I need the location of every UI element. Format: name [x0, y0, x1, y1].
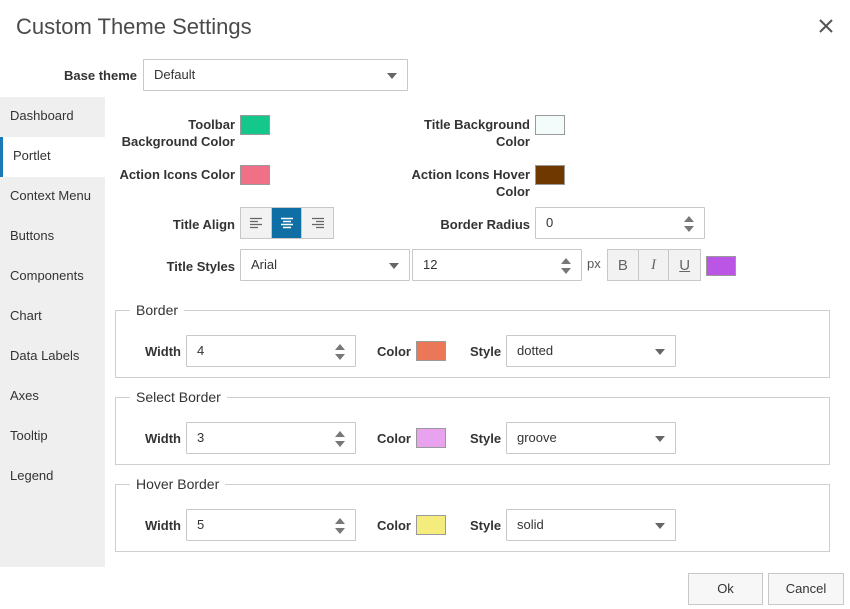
stepper-down-icon[interactable] — [335, 354, 345, 360]
select-border-style-value: groove — [517, 430, 557, 445]
select-border-width-label: Width — [145, 431, 181, 446]
action-icons-label: Action Icons Color — [119, 167, 235, 182]
border-color-label: Color — [377, 344, 411, 359]
chevron-down-icon — [655, 436, 665, 442]
center-align-icon[interactable] — [271, 208, 303, 238]
dialog-title: Custom Theme Settings — [16, 14, 252, 39]
action-icons-hover-label: Action Icons Hover Color — [400, 166, 530, 200]
sidebar-item-data-labels[interactable]: Data Labels — [0, 337, 105, 377]
stepper-down-icon[interactable] — [335, 441, 345, 447]
title-size-value: 12 — [423, 257, 438, 272]
title-align-label: Title Align — [172, 217, 235, 232]
base-theme-label: Base theme — [64, 68, 137, 83]
title-align-group — [240, 207, 334, 239]
border-style-value: dotted — [517, 343, 554, 358]
select-border-style-label: Style — [470, 431, 502, 446]
sidebar-item-components[interactable]: Components — [0, 257, 105, 297]
border-radius-label: Border Radius — [440, 217, 530, 232]
border-width-label: Width — [145, 344, 181, 359]
title-color-swatch[interactable] — [706, 256, 736, 276]
close-icon[interactable] — [816, 16, 836, 36]
chevron-down-icon — [655, 349, 665, 355]
italic-button[interactable]: I — [639, 250, 670, 280]
title-bg-label-line2: Color — [496, 134, 530, 149]
stepper-down-icon[interactable] — [335, 528, 345, 534]
toolbar-bg-color-swatch[interactable] — [240, 115, 270, 135]
border-width-stepper[interactable]: 4 — [186, 335, 356, 367]
title-format-group: B I U — [607, 249, 701, 281]
border-style-label: Style — [470, 344, 502, 359]
stepper-up-icon[interactable] — [335, 518, 345, 524]
size-unit-label: px — [587, 256, 601, 271]
title-size-stepper[interactable]: 12 — [412, 249, 582, 281]
bold-button[interactable]: B — [608, 250, 639, 280]
border-radius-stepper[interactable]: 0 — [535, 207, 705, 239]
stepper-up-icon[interactable] — [684, 216, 694, 222]
action-icons-hover-label-line1: Action Icons Hover — [411, 167, 530, 182]
title-bg-color-swatch[interactable] — [535, 115, 565, 135]
sidebar-item-chart[interactable]: Chart — [0, 297, 105, 337]
action-icons-hover-label-line2: Color — [496, 184, 530, 199]
select-border-style-select[interactable]: groove — [506, 422, 676, 454]
title-styles-label: Title Styles — [166, 259, 235, 274]
sidebar-item-context-menu[interactable]: Context Menu — [0, 177, 105, 217]
border-width-value: 4 — [197, 343, 205, 358]
hover-border-color-swatch[interactable] — [416, 515, 446, 535]
base-theme-select[interactable]: Default — [143, 59, 408, 91]
border-style-select[interactable]: dotted — [506, 335, 676, 367]
select-border-group-legend: Select Border — [130, 389, 227, 405]
stepper-up-icon[interactable] — [561, 258, 571, 264]
stepper-up-icon[interactable] — [335, 431, 345, 437]
toolbar-bg-label-line1: Toolbar — [188, 117, 235, 132]
title-bg-label: Title Background Color — [400, 116, 530, 150]
sidebar-item-axes[interactable]: Axes — [0, 377, 105, 417]
title-font-select[interactable]: Arial — [240, 249, 410, 281]
hover-border-group-legend: Hover Border — [130, 476, 226, 492]
hover-border-width-stepper[interactable]: 5 — [186, 509, 356, 541]
stepper-down-icon[interactable] — [561, 268, 571, 274]
toolbar-bg-label: Toolbar Background Color — [110, 116, 235, 150]
title-bg-label-line1: Title Background — [424, 117, 530, 132]
action-icons-hover-color-swatch[interactable] — [535, 165, 565, 185]
sidebar: Dashboard Portlet Context Menu Buttons C… — [0, 97, 105, 567]
cancel-button[interactable]: Cancel — [768, 573, 844, 605]
hover-border-width-value: 5 — [197, 517, 205, 532]
chevron-down-icon — [655, 523, 665, 529]
select-border-width-stepper[interactable]: 3 — [186, 422, 356, 454]
select-border-color-swatch[interactable] — [416, 428, 446, 448]
stepper-down-icon[interactable] — [684, 226, 694, 232]
underline-button[interactable]: U — [669, 250, 700, 280]
border-group-legend: Border — [130, 302, 185, 318]
toolbar-bg-label-line2: Background Color — [121, 134, 235, 149]
hover-border-width-label: Width — [145, 518, 181, 533]
action-icons-color-swatch[interactable] — [240, 165, 270, 185]
hover-border-color-label: Color — [377, 518, 411, 533]
border-radius-value: 0 — [546, 215, 554, 230]
border-color-swatch[interactable] — [416, 341, 446, 361]
hover-border-style-label: Style — [470, 518, 502, 533]
stepper-up-icon[interactable] — [335, 344, 345, 350]
hover-border-style-value: solid — [517, 517, 544, 532]
sidebar-item-buttons[interactable]: Buttons — [0, 217, 105, 257]
base-theme-value: Default — [154, 67, 196, 82]
sidebar-item-dashboard[interactable]: Dashboard — [0, 97, 105, 137]
right-align-icon[interactable] — [302, 208, 333, 238]
left-align-icon[interactable] — [241, 208, 272, 238]
sidebar-item-portlet[interactable]: Portlet — [0, 137, 105, 177]
sidebar-item-legend[interactable]: Legend — [0, 457, 105, 497]
select-border-color-label: Color — [377, 431, 411, 446]
chevron-down-icon — [387, 73, 397, 79]
select-border-width-value: 3 — [197, 430, 205, 445]
chevron-down-icon — [389, 263, 399, 269]
title-font-value: Arial — [251, 257, 278, 272]
ok-button[interactable]: Ok — [688, 573, 763, 605]
sidebar-item-tooltip[interactable]: Tooltip — [0, 417, 105, 457]
hover-border-style-select[interactable]: solid — [506, 509, 676, 541]
